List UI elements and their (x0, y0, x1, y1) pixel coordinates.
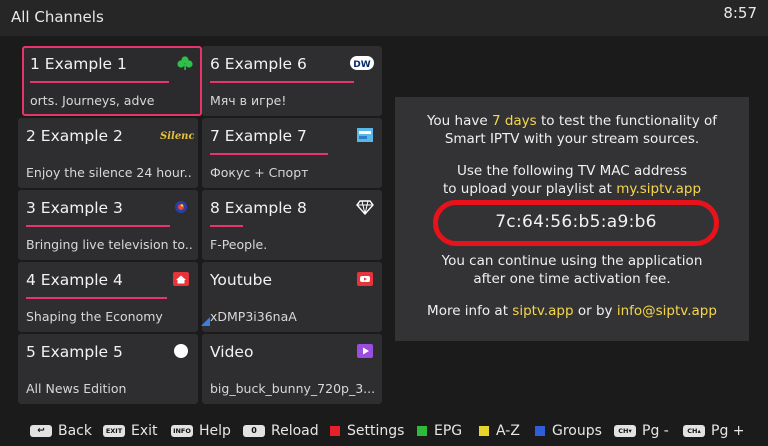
channel-tile-8[interactable]: 8 Example 8 F-People. (202, 190, 382, 260)
more-info: More info at siptv.app or by info@siptv.… (427, 303, 717, 319)
back-button[interactable]: ↩ Back (30, 423, 92, 439)
channel-tile-youtube[interactable]: Youtube xDMP3i36naA (202, 262, 382, 332)
progress-bar (210, 225, 243, 227)
info-key-icon: INFO (171, 425, 193, 437)
channel-name: 8 Example 8 (210, 199, 307, 217)
ch-up-key-icon: CH▴ (683, 425, 705, 437)
program-title: xDMP3i36naA (210, 309, 297, 324)
channel-tile-6[interactable]: 6 Example 6 DW Мяч в игре! (202, 46, 382, 116)
red-key-icon (330, 426, 340, 436)
channel-name: 5 Example 5 (26, 343, 123, 361)
dw-logo-icon: DW (350, 56, 374, 70)
progress-bar (26, 297, 167, 299)
remote-key-bar: ↩ Back EXIT Exit INFO Help 0 Reload Settings… (0, 418, 768, 446)
page-up-button[interactable]: CH▴ Pg + (683, 423, 745, 439)
clover-logo-icon (177, 56, 193, 70)
channel-tile-7[interactable]: 7 Example 7 Фокус + Спорт (202, 118, 382, 188)
channel-name: 3 Example 3 (26, 199, 123, 217)
yellow-key-icon (479, 426, 489, 436)
blue-key-icon (535, 426, 545, 436)
support-email: info@siptv.app (616, 303, 717, 319)
top-bar: All Channels 8:57 (0, 0, 768, 36)
globe-logo-icon (175, 201, 187, 213)
channel-name: 2 Example 2 (26, 127, 123, 145)
exit-key-icon: EXIT (103, 425, 125, 437)
help-button[interactable]: INFO Help (171, 423, 231, 439)
trial-days: 7 days (491, 113, 537, 129)
clock: 8:57 (723, 4, 757, 22)
a-z-button[interactable]: A-Z (479, 423, 520, 439)
channel-tile-3[interactable]: 3 Example 3 Bringing live television to.… (18, 190, 198, 260)
tv-logo-icon (357, 128, 373, 142)
trial-notice-line2: Smart IPTV with your stream sources. (444, 131, 700, 147)
house-logo-icon (173, 272, 189, 286)
settings-button[interactable]: Settings (330, 423, 404, 439)
program-title: Bringing live television to... (26, 237, 192, 252)
silence-logo-icon: Silence (160, 131, 194, 142)
continue-text: You can continue using the application (441, 253, 703, 269)
progress-bar (26, 225, 170, 227)
mac-address: 7c:64:56:b5:a9:b6 (495, 212, 657, 232)
exit-button[interactable]: EXIT Exit (103, 423, 158, 439)
program-title: orts. Journeys, adve (30, 93, 155, 108)
program-title: big_buck_bunny_720p_3... (210, 381, 376, 396)
program-title: Фокус + Спорт (210, 165, 309, 180)
upload-site-link: my.siptv.app (616, 181, 702, 197)
program-title: Shaping the Economy (26, 309, 163, 324)
channel-tile-2[interactable]: 2 Example 2 Silence Enjoy the silence 24… (18, 118, 198, 188)
progress-bar (210, 81, 354, 83)
channel-tile-video[interactable]: Video big_buck_bunny_720p_3... (202, 334, 382, 404)
more-info-site: siptv.app (512, 303, 574, 319)
cursor-corner-icon (201, 317, 210, 326)
green-key-icon (417, 426, 427, 436)
program-title: All News Edition (26, 381, 127, 396)
ch-down-key-icon: CH▾ (614, 425, 636, 437)
continue-text-line2: after one time activation fee. (473, 271, 671, 287)
channel-name: 7 Example 7 (210, 127, 307, 145)
progress-bar (210, 153, 328, 155)
channel-name: 6 Example 6 (210, 55, 307, 73)
diamond-logo-icon (356, 200, 374, 215)
progress-bar (30, 81, 169, 83)
video-play-icon (357, 344, 373, 358)
epg-button[interactable]: EPG (417, 423, 462, 439)
channel-tile-4[interactable]: 4 Example 4 Shaping the Economy (18, 262, 198, 332)
channel-name: 4 Example 4 (26, 271, 123, 289)
youtube-logo-icon (357, 272, 373, 286)
svg-text:DW: DW (353, 60, 370, 70)
groups-button[interactable]: Groups (535, 423, 602, 439)
channel-name: Youtube (210, 271, 272, 289)
upload-instructions: to upload your playlist at my.siptv.app (442, 181, 702, 197)
svg-text:Silence: Silence (160, 131, 194, 142)
page-down-button[interactable]: CH▾ Pg - (614, 423, 669, 439)
channel-name: 1 Example 1 (30, 55, 127, 73)
zero-key-icon: 0 (243, 425, 265, 437)
channel-tile-1[interactable]: 1 Example 1 orts. Journeys, adve (22, 46, 202, 116)
program-title: F-People. (210, 237, 268, 252)
reload-button[interactable]: 0 Reload (243, 423, 319, 439)
circle-logo-icon (174, 344, 188, 358)
trial-notice: You have 7 days to test the functionalit… (426, 113, 718, 129)
channel-grid: 1 Example 1 orts. Journeys, adve 2 Examp… (18, 42, 382, 404)
program-title: Enjoy the silence 24 hour... (26, 165, 192, 180)
back-key-icon: ↩ (30, 425, 52, 437)
channel-tile-5[interactable]: 5 Example 5 All News Edition (18, 334, 198, 404)
channel-name: Video (210, 343, 254, 361)
program-title: Мяч в игре! (210, 93, 287, 108)
mac-intro: Use the following TV MAC address (456, 163, 688, 179)
page-title: All Channels (11, 8, 104, 26)
